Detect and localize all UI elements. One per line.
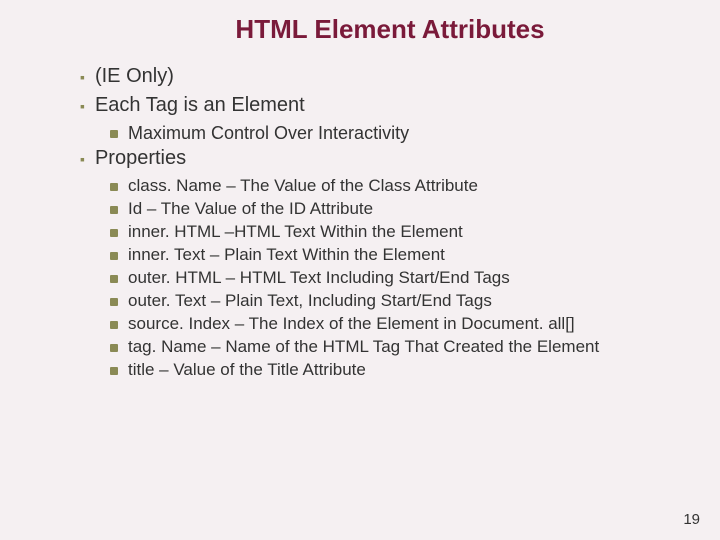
bullet-text: tag. Name – Name of the HTML Tag That Cr… bbox=[128, 337, 599, 357]
slide-content: ▪ (IE Only) ▪ Each Tag is an Element Max… bbox=[0, 45, 720, 380]
page-number: 19 bbox=[683, 511, 700, 528]
bullet-marker-icon: ▪ bbox=[80, 99, 85, 113]
bullet-text: outer. Text – Plain Text, Including Star… bbox=[128, 291, 492, 311]
list-item: title – Value of the Title Attribute bbox=[110, 360, 720, 380]
bullet-marker-icon bbox=[110, 130, 118, 138]
bullet-marker-icon: ▪ bbox=[80, 70, 85, 84]
list-item: ▪ Properties bbox=[80, 147, 720, 170]
bullet-text: Id – The Value of the ID Attribute bbox=[128, 199, 373, 219]
list-item: Id – The Value of the ID Attribute bbox=[110, 199, 720, 219]
list-item: source. Index – The Index of the Element… bbox=[110, 314, 720, 334]
bullet-marker-icon bbox=[110, 321, 118, 329]
slide-title: HTML Element Attributes bbox=[60, 0, 720, 45]
bullet-text: Maximum Control Over Interactivity bbox=[128, 123, 409, 144]
bullet-marker-icon: ▪ bbox=[80, 152, 85, 166]
list-item: inner. Text – Plain Text Within the Elem… bbox=[110, 245, 720, 265]
bullet-text: inner. Text – Plain Text Within the Elem… bbox=[128, 245, 445, 265]
list-item: Maximum Control Over Interactivity bbox=[110, 123, 720, 144]
bullet-text: inner. HTML –HTML Text Within the Elemen… bbox=[128, 222, 463, 242]
bullet-text: class. Name – The Value of the Class Att… bbox=[128, 176, 478, 196]
bullet-marker-icon bbox=[110, 229, 118, 237]
bullet-marker-icon bbox=[110, 367, 118, 375]
bullet-marker-icon bbox=[110, 344, 118, 352]
bullet-text: Properties bbox=[95, 147, 186, 170]
bullet-marker-icon bbox=[110, 252, 118, 260]
list-item: outer. HTML – HTML Text Including Start/… bbox=[110, 268, 720, 288]
list-item: inner. HTML –HTML Text Within the Elemen… bbox=[110, 222, 720, 242]
bullet-marker-icon bbox=[110, 206, 118, 214]
list-item: ▪ (IE Only) bbox=[80, 65, 720, 88]
bullet-text: title – Value of the Title Attribute bbox=[128, 360, 366, 380]
list-item: tag. Name – Name of the HTML Tag That Cr… bbox=[110, 337, 720, 357]
bullet-text: source. Index – The Index of the Element… bbox=[128, 314, 575, 334]
bullet-marker-icon bbox=[110, 275, 118, 283]
bullet-text: (IE Only) bbox=[95, 65, 174, 88]
list-item: ▪ Each Tag is an Element bbox=[80, 94, 720, 117]
bullet-marker-icon bbox=[110, 298, 118, 306]
bullet-text: Each Tag is an Element bbox=[95, 94, 305, 117]
list-item: outer. Text – Plain Text, Including Star… bbox=[110, 291, 720, 311]
list-item: class. Name – The Value of the Class Att… bbox=[110, 176, 720, 196]
bullet-text: outer. HTML – HTML Text Including Start/… bbox=[128, 268, 510, 288]
bullet-marker-icon bbox=[110, 183, 118, 191]
